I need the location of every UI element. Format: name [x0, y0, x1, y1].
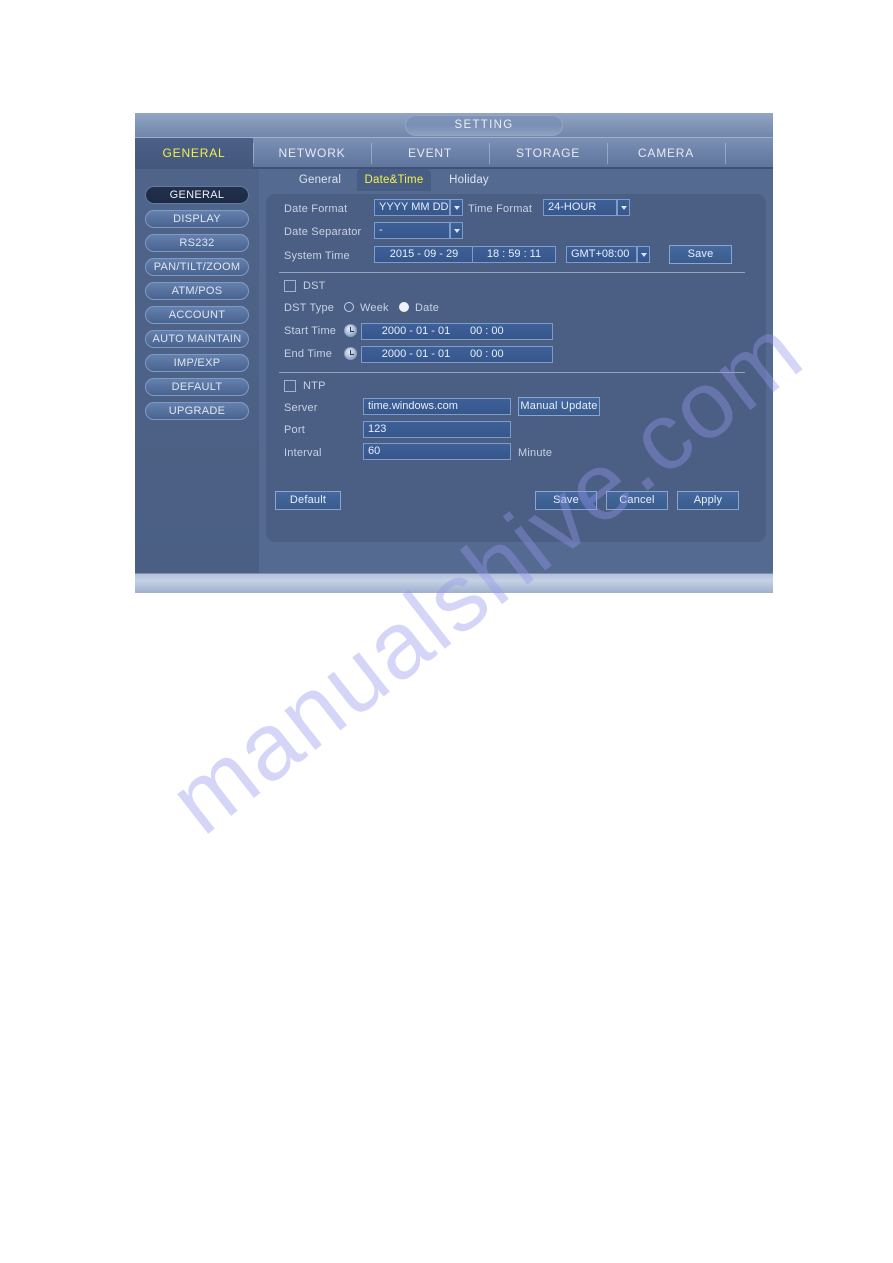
- window-body: GENERAL DISPLAY RS232 PAN/TILT/ZOOM ATM/…: [135, 169, 773, 573]
- date-separator-label: Date Separator: [284, 226, 362, 238]
- subtab-date-time[interactable]: Date&Time: [357, 169, 431, 191]
- dst-type-date-radio[interactable]: [399, 302, 409, 312]
- ntp-interval-label: Interval: [284, 447, 322, 459]
- sidebar-item-rs232[interactable]: RS232: [145, 234, 249, 252]
- tab-storage[interactable]: STORAGE: [489, 138, 607, 169]
- manual-update-button[interactable]: Manual Update: [518, 397, 600, 416]
- sidebar-item-default[interactable]: DEFAULT: [145, 378, 249, 396]
- end-time-field[interactable]: 2000 - 01 - 01 00 : 00: [361, 346, 553, 363]
- subtab-holiday[interactable]: Holiday: [439, 169, 499, 191]
- timezone-value[interactable]: GMT+08:00: [566, 246, 637, 263]
- sidebar-item-pan-tilt-zoom[interactable]: PAN/TILT/ZOOM: [145, 258, 249, 276]
- sidebar-item-display[interactable]: DISPLAY: [145, 210, 249, 228]
- sidebar-item-atm-pos[interactable]: ATM/POS: [145, 282, 249, 300]
- default-button[interactable]: Default: [275, 491, 341, 510]
- sidebar-item-imp-exp[interactable]: IMP/EXP: [145, 354, 249, 372]
- ntp-label: NTP: [303, 380, 326, 392]
- ntp-port-label: Port: [284, 424, 305, 436]
- end-time-clock: 00 : 00: [470, 348, 504, 360]
- tab-network[interactable]: NETWORK: [253, 138, 371, 169]
- start-time-clock: 00 : 00: [470, 325, 504, 337]
- subtab-general[interactable]: General: [289, 169, 351, 191]
- system-time-field[interactable]: 2015 - 09 - 29 18 : 59 : 11: [374, 246, 556, 263]
- sidebar-item-general[interactable]: GENERAL: [145, 186, 249, 204]
- dst-checkbox[interactable]: [284, 280, 296, 292]
- ntp-interval-input[interactable]: 60: [363, 443, 511, 460]
- window-titlebar: SETTING: [135, 113, 773, 138]
- separator-line-2: [279, 372, 745, 373]
- dst-label: DST: [303, 280, 326, 292]
- end-time-label: End Time: [284, 348, 333, 360]
- ntp-server-label: Server: [284, 402, 318, 414]
- end-time-clock-icon[interactable]: [344, 347, 357, 360]
- time-format-chevron-down-icon[interactable]: [617, 199, 630, 216]
- tab-event[interactable]: EVENT: [371, 138, 489, 169]
- tab-camera[interactable]: CAMERA: [607, 138, 725, 169]
- date-format-chevron-down-icon[interactable]: [450, 199, 463, 216]
- sidebar-item-upgrade[interactable]: UPGRADE: [145, 402, 249, 420]
- system-time-date: 2015 - 09 - 29: [389, 248, 459, 260]
- dst-type-week-label: Week: [360, 302, 389, 314]
- sub-tab-bar: General Date&Time Holiday: [259, 169, 773, 194]
- tab-bar-filler: [725, 138, 773, 167]
- ntp-port-input[interactable]: 123: [363, 421, 511, 438]
- start-time-field[interactable]: 2000 - 01 - 01 00 : 00: [361, 323, 553, 340]
- system-time-divider: [472, 247, 473, 262]
- system-time-clock: 18 : 59 : 11: [486, 248, 542, 260]
- sidebar: GENERAL DISPLAY RS232 PAN/TILT/ZOOM ATM/…: [135, 169, 259, 573]
- sidebar-item-auto-maintain[interactable]: AUTO MAINTAIN: [145, 330, 249, 348]
- timezone-chevron-down-icon[interactable]: [637, 246, 650, 263]
- dvr-setting-window: SETTING GENERAL NETWORK EVENT STORAGE CA…: [135, 113, 773, 593]
- time-format-label: Time Format: [468, 203, 533, 215]
- save-button[interactable]: Save: [535, 491, 597, 510]
- date-format-value[interactable]: YYYY MM DD: [374, 199, 450, 216]
- main-tab-bar: GENERAL NETWORK EVENT STORAGE CAMERA: [135, 138, 773, 169]
- date-format-label: Date Format: [284, 203, 348, 215]
- separator-line-1: [279, 272, 745, 273]
- content-panel: General Date&Time Holiday Date Format YY…: [259, 169, 773, 573]
- ntp-checkbox[interactable]: [284, 380, 296, 392]
- dst-type-label: DST Type: [284, 302, 335, 314]
- tab-general[interactable]: GENERAL: [135, 138, 253, 169]
- start-time-clock-icon[interactable]: [344, 324, 357, 337]
- dst-type-date-label: Date: [415, 302, 440, 314]
- date-separator-chevron-down-icon[interactable]: [450, 222, 463, 239]
- cancel-button[interactable]: Cancel: [606, 491, 668, 510]
- ntp-server-input[interactable]: time.windows.com: [363, 398, 511, 415]
- start-time-label: Start Time: [284, 325, 337, 337]
- dst-type-week-radio[interactable]: [344, 302, 354, 312]
- end-time-date: 2000 - 01 - 01: [381, 348, 451, 360]
- window-title: SETTING: [405, 115, 563, 136]
- ntp-interval-unit-label: Minute: [518, 447, 553, 459]
- apply-button[interactable]: Apply: [677, 491, 739, 510]
- system-time-label: System Time: [284, 250, 350, 262]
- window-footer-bar: [135, 573, 773, 593]
- time-format-value[interactable]: 24-HOUR: [543, 199, 617, 216]
- date-time-settings-panel: Date Format YYYY MM DD Time Format 24-HO…: [266, 194, 766, 542]
- start-time-date: 2000 - 01 - 01: [381, 325, 451, 337]
- system-time-save-button[interactable]: Save: [669, 245, 732, 264]
- date-separator-value[interactable]: -: [374, 222, 450, 239]
- sidebar-item-account[interactable]: ACCOUNT: [145, 306, 249, 324]
- screenshot-page: SETTING GENERAL NETWORK EVENT STORAGE CA…: [0, 0, 893, 1263]
